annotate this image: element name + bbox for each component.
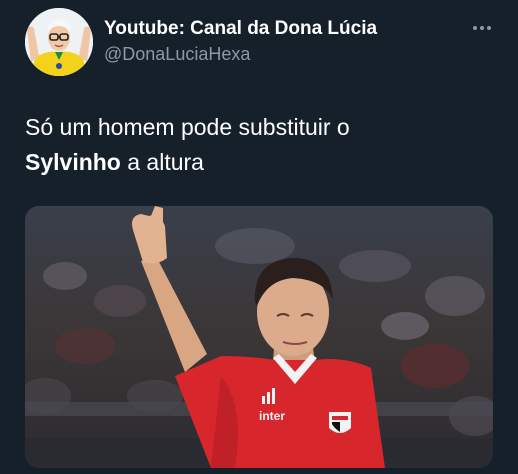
shirt-sponsor-text: inter bbox=[259, 409, 285, 423]
tweet-text-bold-name: Sylvinho bbox=[25, 149, 121, 175]
tweet-text-line-2: Sylvinho a altura bbox=[25, 145, 495, 180]
tweet: Youtube: Canal da Dona Lúcia @DonaLuciaH… bbox=[0, 0, 518, 474]
club-crest bbox=[329, 412, 351, 433]
photo-image: inter bbox=[25, 206, 493, 468]
tweet-text: Só um homem pode substituir o Sylvinho a… bbox=[25, 110, 495, 180]
avatar-image bbox=[25, 8, 93, 76]
tweet-text-line-1: Só um homem pode substituir o bbox=[25, 114, 350, 140]
tweet-text-rest: a altura bbox=[120, 149, 204, 175]
author-handle[interactable]: @DonaLuciaHexa bbox=[104, 43, 377, 65]
tweet-media-photo[interactable]: inter bbox=[25, 206, 493, 468]
author-display-name[interactable]: Youtube: Canal da Dona Lúcia bbox=[104, 18, 377, 40]
more-horizontal-icon[interactable] bbox=[470, 18, 494, 38]
avatar[interactable] bbox=[25, 8, 93, 76]
author-block[interactable]: Youtube: Canal da Dona Lúcia @DonaLuciaH… bbox=[104, 18, 377, 65]
